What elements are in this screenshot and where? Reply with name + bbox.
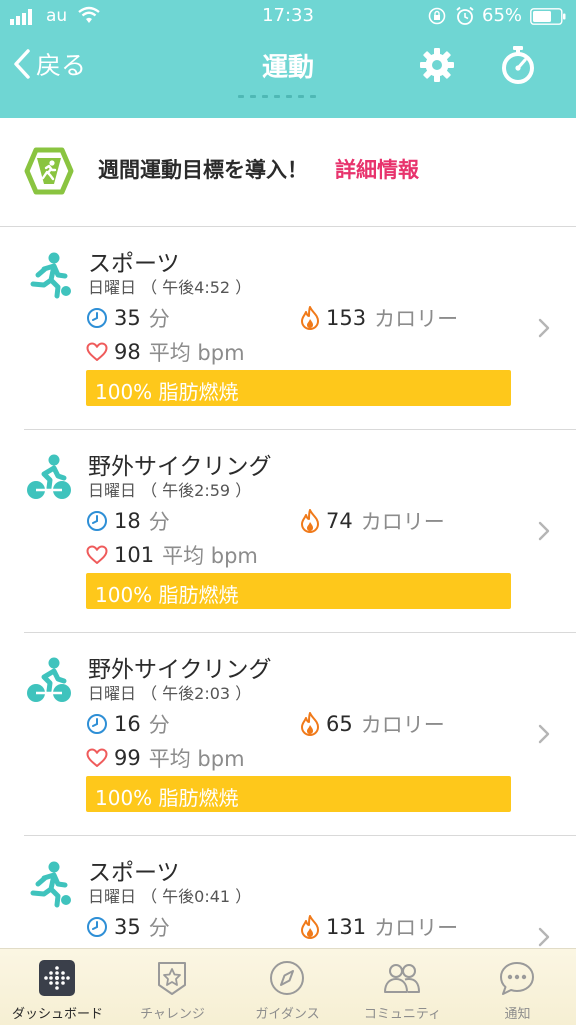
heart-rate-stat: 99 平均 bpm [86,743,245,773]
dashboard-icon [39,960,75,996]
exercise-time: 日曜日 （ 午後2:03 ） [88,684,252,703]
fat-burn-bar: 100% 脂肪燃焼 [86,370,511,406]
gear-icon[interactable] [418,46,456,84]
clock-icon [87,917,107,937]
page-indicator [238,95,338,101]
exercise-row[interactable]: 野外サイクリング 日曜日 （ 午後2:03 ） 16 分 65 カロリー 99 … [0,633,576,836]
rotation-lock-icon [428,7,446,25]
tab-dashboard[interactable]: ダッシュボード [0,949,115,1025]
challenge-star-icon [158,962,186,995]
chevron-right-icon [538,521,550,541]
heart-icon [86,342,108,361]
flame-icon [301,712,319,736]
notification-bubble-icon [500,962,534,995]
back-button[interactable]: 戻る [12,46,86,82]
chevron-left-icon [14,49,30,79]
chevron-right-icon [538,724,550,744]
bottom-tab-bar: ダッシュボード チャレンジ ガイダンス コミュニティ 通知 [0,948,576,1025]
duration-stat: 16 分 [86,709,170,739]
fat-burn-label: 100% 脂肪燃焼 [95,786,239,810]
exercise-name: 野外サイクリング [88,657,272,683]
page-title: 運動 [261,53,314,83]
clock-icon [87,511,107,531]
heart-rate-stat: 98 平均 bpm [86,337,245,367]
exercise-row[interactable]: スポーツ 日曜日 （ 午後0:41 ） 35 分 131 カロリー [0,836,576,947]
cycling-person-icon [27,657,71,702]
app-header: au 17:33 65% 戻る 運動 [0,0,576,118]
heart-icon [86,748,108,767]
battery-percentage: 65% [482,5,523,26]
tab-community[interactable]: コミュニティ [345,949,460,1025]
exercise-name: 野外サイクリング [88,454,272,480]
flame-icon [301,509,319,533]
exercise-list: スポーツ 日曜日 （ 午後4:52 ） 35 分 153 カロリー 98 平均 … [0,227,576,947]
battery-icon [530,8,566,25]
duration-stat: 18 分 [86,506,170,536]
heart-rate-stat: 101 平均 bpm [86,540,258,570]
clock-icon [87,714,107,734]
tab-notifications[interactable]: 通知 [460,949,575,1025]
flame-icon [301,306,319,330]
exercise-time: 日曜日 （ 午後2:59 ） [88,481,252,500]
stopwatch-icon[interactable] [498,45,538,85]
goal-message: 週間運動目標を導入！ [98,158,308,182]
exercise-row[interactable]: 野外サイクリング 日曜日 （ 午後2:59 ） 18 分 74 カロリー 101… [0,430,576,633]
fat-burn-label: 100% 脂肪燃焼 [95,380,239,404]
back-label: 戻る [36,51,87,80]
exercise-time: 日曜日 （ 午後0:41 ） [88,887,252,906]
duration-stat: 35 分 [86,912,170,942]
exercise-name: スポーツ [88,251,180,277]
duration-stat: 35 分 [86,303,170,333]
chevron-right-icon [538,927,550,947]
running-person-icon [30,861,71,908]
clock-icon [87,308,107,328]
exercise-row[interactable]: スポーツ 日曜日 （ 午後4:52 ） 35 分 153 カロリー 98 平均 … [0,227,576,430]
goal-badge-icon [24,147,74,195]
cycling-person-icon [27,454,71,499]
status-bar: au 17:33 65% [0,0,576,34]
weekly-goal-banner[interactable]: 週間運動目標を導入！ 詳細情報 [0,118,576,227]
tab-challenges[interactable]: チャレンジ [115,949,230,1025]
calories-stat: 131 カロリー [300,912,458,942]
exercise-time: 日曜日 （ 午後4:52 ） [88,278,252,297]
fat-burn-label: 100% 脂肪燃焼 [95,583,239,607]
tab-label: ガイダンス [255,1007,320,1022]
alarm-clock-icon [456,6,474,25]
fat-burn-bar: 100% 脂肪燃焼 [86,776,511,812]
calories-stat: 65 カロリー [300,709,445,739]
community-people-icon [384,964,420,993]
tab-guidance[interactable]: ガイダンス [230,949,345,1025]
tab-label: ダッシュボード [11,1007,103,1022]
calories-stat: 153 カロリー [300,303,458,333]
details-link[interactable]: 詳細情報 [335,154,419,184]
tab-label: チャレンジ [140,1007,205,1022]
chevron-right-icon [538,318,550,338]
compass-icon [270,961,304,995]
heart-icon [86,545,108,564]
tab-label: コミュニティ [363,1007,442,1022]
running-person-icon [30,252,71,299]
flame-icon [301,915,319,939]
exercise-name: スポーツ [88,860,180,886]
calories-stat: 74 カロリー [300,506,445,536]
tab-label: 通知 [504,1007,531,1022]
fat-burn-bar: 100% 脂肪燃焼 [86,573,511,609]
